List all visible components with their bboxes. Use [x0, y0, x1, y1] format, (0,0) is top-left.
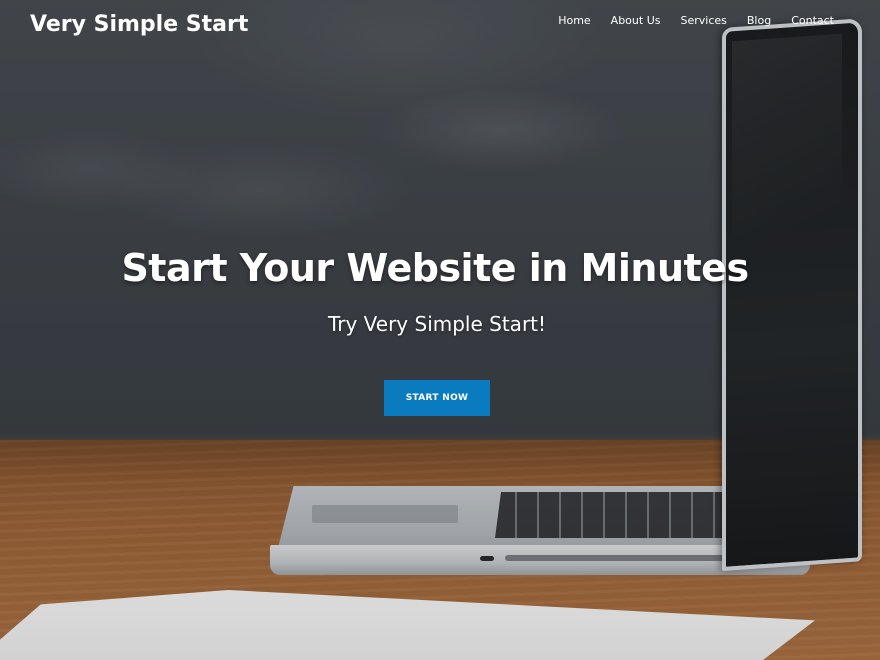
hero-content: Start Your Website in Minutes Try Very S…	[0, 246, 880, 416]
nav-item-about-us[interactable]: About Us	[611, 14, 661, 27]
hero-title: Start Your Website in Minutes	[121, 246, 749, 290]
nav-item-blog[interactable]: Blog	[747, 14, 771, 27]
nav-item-contact[interactable]: Contact	[791, 14, 834, 27]
main-nav: Home About Us Services Blog Contact	[558, 14, 834, 27]
hero-section: Very Simple Start Home About Us Services…	[0, 0, 880, 660]
start-now-button[interactable]: START NOW	[384, 380, 490, 416]
site-title-link[interactable]: Very Simple Start	[30, 12, 248, 37]
site-header: Very Simple Start Home About Us Services…	[0, 0, 880, 56]
nav-item-services[interactable]: Services	[680, 14, 726, 27]
nav-item-home[interactable]: Home	[558, 14, 590, 27]
hero-subtitle: Try Very Simple Start!	[327, 312, 547, 336]
